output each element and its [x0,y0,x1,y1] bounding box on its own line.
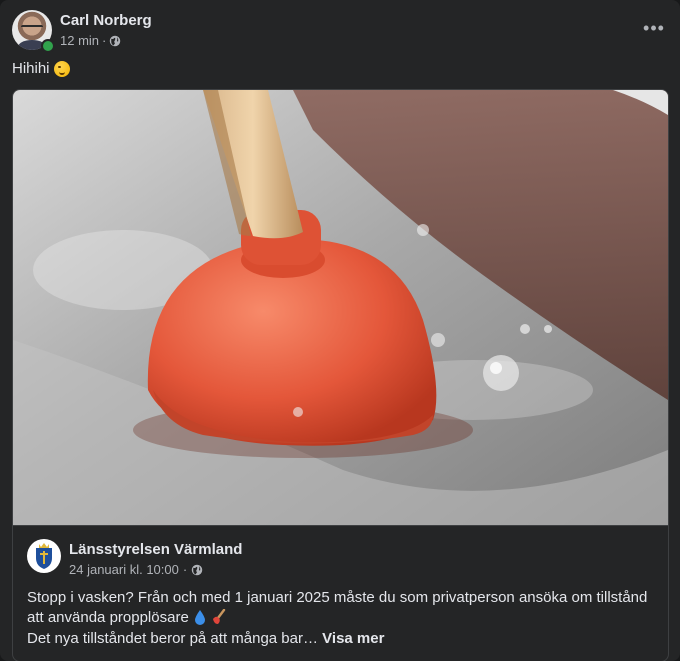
plunger-in-sink-photo[interactable] [13,90,668,525]
winking-face-emoji [53,60,70,77]
shared-meta-separator: · [182,562,188,577]
online-status-dot [41,39,55,53]
droplet-icon [194,610,205,625]
post-card: Carl Norberg 12 min · ••• Hihihi Länssty… [0,0,680,661]
shared-post-body: Stopp i vasken? Från och med 1 januari 2… [27,589,648,626]
globe-icon [110,35,121,46]
coat-of-arms-icon [36,543,52,569]
shared-post-text: Stopp i vasken? Från och med 1 januari 2… [27,588,654,628]
meta-separator: · [102,33,107,48]
more-icon: ••• [643,17,665,38]
page-avatar[interactable] [27,539,61,573]
avatar-glasses [21,25,43,32]
shared-post[interactable]: Länsstyrelsen Värmland 24 januari kl. 10… [12,89,669,661]
author-name[interactable]: Carl Norberg [60,12,152,29]
post-meta: 12 min · [60,33,121,48]
see-more-link[interactable]: Visa mer [322,630,384,647]
post-text: Hihihi [12,60,70,77]
post-header: Carl Norberg 12 min · ••• [12,10,668,53]
shared-post-details: Länsstyrelsen Värmland 24 januari kl. 10… [13,525,668,661]
preview-text: Det nya tillståndet beror på att många b… [27,630,318,647]
page-name[interactable]: Länsstyrelsen Värmland [69,541,242,558]
post-message: Hihihi [12,60,50,77]
post-time[interactable]: 12 min [60,33,99,48]
shared-post-preview: Det nya tillståndet beror på att många b… [27,630,384,647]
shared-post-time[interactable]: 24 januari kl. 10:00 [69,562,179,577]
globe-icon [191,564,203,575]
more-options-button[interactable]: ••• [640,14,668,42]
shared-post-meta: 24 januari kl. 10:00 · [69,562,203,577]
plunger-icon [213,609,226,624]
